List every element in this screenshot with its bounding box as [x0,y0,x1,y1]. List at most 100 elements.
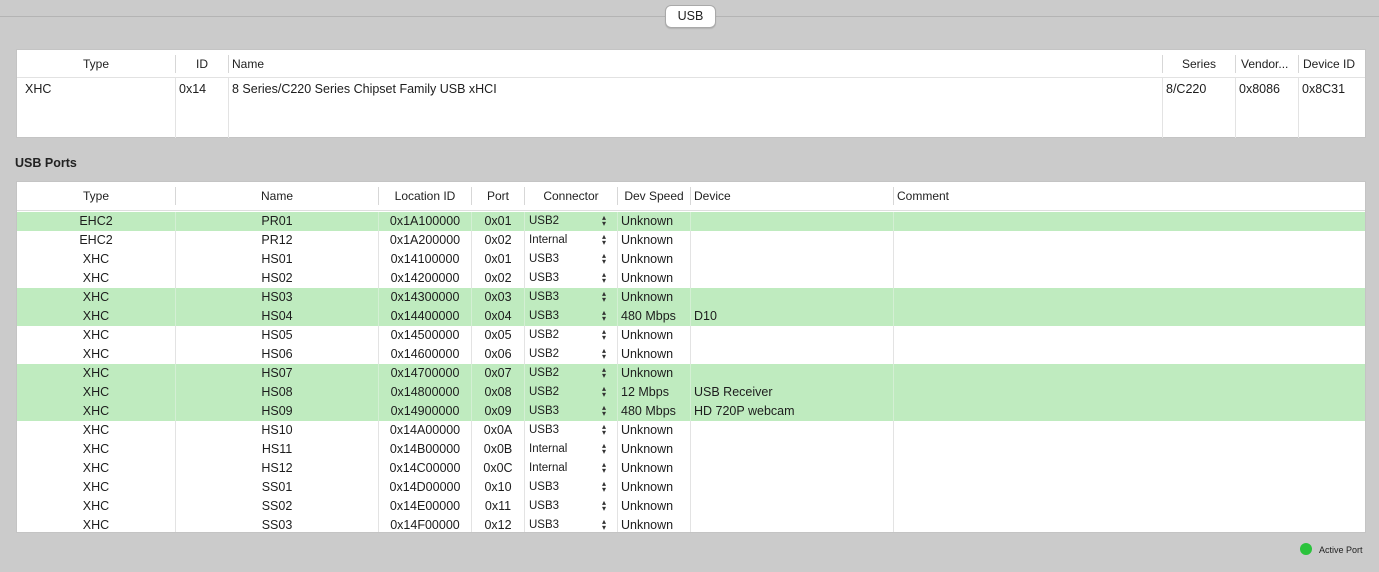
port-connector-select[interactable]: USB2 [529,212,599,231]
port-connector-select[interactable]: USB3 [529,288,599,307]
port-comment[interactable] [897,478,1357,497]
port-name: PR12 [261,233,293,247]
column-header-name[interactable]: Name [176,182,378,211]
table-row[interactable]: EHC2 PR01 0x1A100000 0x01 USB2 Unknown ▴ ▾ [17,212,1365,231]
port-comment[interactable] [897,231,1357,250]
port-comment[interactable] [897,307,1357,326]
column-divider [175,78,176,138]
port-comment[interactable] [897,288,1357,307]
updown-chevron-icon[interactable]: ▴ ▾ [600,214,608,228]
column-header-port[interactable]: Port [472,182,524,211]
port-comment[interactable] [897,497,1357,516]
port-location-id: 0x14C00000 [389,461,461,475]
port-connector-select[interactable]: USB3 [529,478,599,497]
port-connector-select[interactable]: USB2 [529,383,599,402]
port-connector-select[interactable]: USB3 [529,402,599,421]
table-row[interactable]: XHC HS04 0x14400000 0x04 USB3 480 Mbps D10 ▴ ▾ [17,307,1365,326]
controllers-table[interactable]: Type ID Name Series Vendor... Device ID … [16,49,1366,138]
port-comment[interactable] [897,516,1357,532]
column-header-series[interactable]: Series [1163,50,1235,78]
port-connector-select[interactable]: Internal [529,440,599,459]
port-comment[interactable] [897,459,1357,478]
controllers-table-row[interactable]: XHC 0x14 8 Series/C220 Series Chipset Fa… [17,78,1365,138]
column-header-device[interactable]: Device [694,182,884,211]
table-row[interactable]: XHC SS01 0x14D00000 0x10 USB3 Unknown ▴ ▾ [17,478,1365,497]
table-row[interactable]: XHC HS11 0x14B00000 0x0B Internal Unknown ▴ ▾ [17,440,1365,459]
updown-chevron-icon[interactable]: ▴ ▾ [600,347,608,361]
column-header-dev-speed[interactable]: Dev Speed [618,182,690,211]
table-row[interactable]: XHC HS07 0x14700000 0x07 USB2 Unknown ▴ ▾ [17,364,1365,383]
port-connector-select[interactable]: USB2 [529,326,599,345]
updown-chevron-icon[interactable]: ▴ ▾ [600,366,608,380]
port-connector-select[interactable]: USB3 [529,269,599,288]
updown-chevron-icon[interactable]: ▴ ▾ [600,499,608,513]
port-connector-select[interactable]: USB2 [529,345,599,364]
column-header-type[interactable]: Type [17,182,175,211]
column-header-device-id[interactable]: Device ID [1303,50,1365,78]
updown-chevron-icon[interactable]: ▴ ▾ [600,461,608,475]
table-row[interactable]: XHC SS03 0x14F00000 0x12 USB3 Unknown ▴ ▾ [17,516,1365,532]
port-location-id: 0x14F00000 [390,518,460,532]
column-divider [893,345,894,364]
updown-chevron-icon[interactable]: ▴ ▾ [600,252,608,266]
port-dev-speed: Unknown [621,252,674,266]
updown-chevron-icon[interactable]: ▴ ▾ [600,309,608,323]
updown-chevron-icon[interactable]: ▴ ▾ [600,290,608,304]
port-comment[interactable] [897,250,1357,269]
port-connector-select[interactable]: USB3 [529,307,599,326]
usb-ports-table[interactable]: Type Name Location ID Port Connector Dev… [16,181,1366,533]
column-header-vendor[interactable]: Vendor... [1241,50,1297,78]
table-row[interactable]: XHC HS08 0x14800000 0x08 USB2 12 Mbps USB Rece… [17,383,1365,402]
port-comment[interactable] [897,421,1357,440]
updown-chevron-icon[interactable]: ▴ ▾ [600,518,608,532]
table-row[interactable]: XHC HS10 0x14A00000 0x0A USB3 Unknown ▴ ▾ [17,421,1365,440]
port-connector-select[interactable]: USB2 [529,364,599,383]
port-comment[interactable] [897,269,1357,288]
column-header-location-id[interactable]: Location ID [379,182,471,211]
table-row[interactable]: XHC SS02 0x14E00000 0x11 USB3 Unknown ▴ ▾ [17,497,1365,516]
table-row[interactable]: EHC2 PR12 0x1A200000 0x02 Internal Unknown ▴ ▾ [17,231,1365,250]
updown-chevron-icon[interactable]: ▴ ▾ [600,480,608,494]
updown-chevron-icon[interactable]: ▴ ▾ [600,233,608,247]
column-header-name[interactable]: Name [232,50,1132,78]
tab-usb[interactable]: USB [665,5,716,28]
port-name: HS01 [261,252,293,266]
port-comment[interactable] [897,345,1357,364]
updown-chevron-icon[interactable]: ▴ ▾ [600,423,608,437]
column-header-type[interactable]: Type [17,50,175,78]
port-comment[interactable] [897,383,1357,402]
column-header-id[interactable]: ID [176,50,228,78]
port-connector-select[interactable]: Internal [529,459,599,478]
port-location-id: 0x14600000 [390,347,460,361]
port-connector-select[interactable]: USB3 [529,250,599,269]
port-comment[interactable] [897,402,1357,421]
table-row[interactable]: XHC HS12 0x14C00000 0x0C Internal Unknown ▴ ▾ [17,459,1365,478]
updown-chevron-icon[interactable]: ▴ ▾ [600,442,608,456]
column-divider [690,516,691,532]
updown-chevron-icon[interactable]: ▴ ▾ [600,404,608,418]
port-connector-select[interactable]: USB3 [529,497,599,516]
table-row[interactable]: XHC HS03 0x14300000 0x03 USB3 Unknown ▴ ▾ [17,288,1365,307]
port-comment[interactable] [897,364,1357,383]
table-row[interactable]: XHC HS06 0x14600000 0x06 USB2 Unknown ▴ ▾ [17,345,1365,364]
table-row[interactable]: XHC HS05 0x14500000 0x05 USB2 Unknown ▴ ▾ [17,326,1365,345]
updown-chevron-icon[interactable]: ▴ ▾ [600,385,608,399]
port-comment[interactable] [897,212,1357,231]
port-connector-select[interactable]: USB3 [529,516,599,532]
controller-series: 8/C220 [1166,82,1207,96]
column-header-connector[interactable]: Connector [525,182,617,211]
port-connector-select[interactable]: Internal [529,231,599,250]
table-row[interactable]: XHC HS09 0x14900000 0x09 USB3 480 Mbps HD 720P… [17,402,1365,421]
port-comment[interactable] [897,440,1357,459]
column-divider [690,187,691,205]
column-header-comment[interactable]: Comment [897,182,1297,211]
port-dev-speed: Unknown [621,290,674,304]
port-comment[interactable] [897,326,1357,345]
controller-type: XHC [25,82,52,96]
updown-chevron-icon[interactable]: ▴ ▾ [600,328,608,342]
column-divider [893,516,894,532]
table-row[interactable]: XHC HS01 0x14100000 0x01 USB3 Unknown ▴ ▾ [17,250,1365,269]
table-row[interactable]: XHC HS02 0x14200000 0x02 USB3 Unknown ▴ ▾ [17,269,1365,288]
updown-chevron-icon[interactable]: ▴ ▾ [600,271,608,285]
port-connector-select[interactable]: USB3 [529,421,599,440]
